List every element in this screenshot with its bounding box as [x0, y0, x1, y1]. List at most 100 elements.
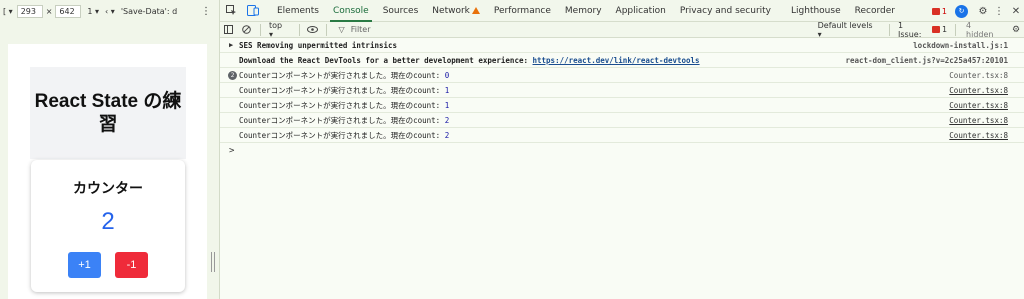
- context-dropdown[interactable]: top ▾: [269, 21, 289, 39]
- log-source-link[interactable]: Counter.tsx:8: [949, 68, 1008, 83]
- log-message: Counterコンポーネントが実行されました。現在のcount:: [239, 116, 445, 125]
- toolbar-divider: [259, 23, 261, 36]
- console-settings-gear-icon[interactable]: ⚙: [1007, 25, 1024, 35]
- console-toolbar: top ▾ ▽ Filter Default levels ▾ 1 Issue:…: [220, 20, 1024, 39]
- counter-value: 2: [101, 208, 115, 235]
- log-row: Counterコンポーネントが実行されました。現在のcount: 2 Count…: [220, 128, 1024, 143]
- devtools-tabbar-right: 1 ↻ ⚙ ⋮ ✕: [931, 0, 1024, 22]
- issues-count: 1: [941, 25, 948, 34]
- device-toolbar: [ ▾ 293 × 642 1 ▾ ‹ ▾ 'Save-Data': d ⋮: [0, 0, 219, 22]
- issue-icon: [931, 26, 940, 33]
- throttle-dropdown[interactable]: ‹ ▾: [105, 7, 115, 16]
- devtools-tabbar: Elements Console Sources Network Perform…: [220, 0, 1024, 22]
- log-count-value: 1: [444, 101, 450, 110]
- more-vert-icon[interactable]: ⋮: [991, 0, 1007, 22]
- toolbar-divider: [955, 23, 957, 36]
- hidden-count: 4 hidden: [966, 20, 994, 39]
- console-output: ▶ SES Removing unpermitted intrinsics lo…: [220, 38, 1024, 299]
- viewport-height-input[interactable]: 642: [55, 4, 82, 18]
- tab-sources[interactable]: Sources: [376, 0, 426, 22]
- issues-label: 1 Issue:: [898, 20, 922, 39]
- tab-elements-label: Elements: [277, 5, 319, 16]
- page-title: React State の練習: [34, 91, 182, 135]
- log-source-link[interactable]: Counter.tsx:8: [949, 113, 1008, 128]
- viewport-width-input[interactable]: 293: [16, 4, 43, 18]
- log-count-value: 1: [444, 86, 450, 95]
- tab-application[interactable]: Application: [609, 0, 673, 22]
- log-source-link[interactable]: Counter.tsx:8: [949, 128, 1008, 143]
- tab-recorder-label: Recorder: [854, 5, 895, 16]
- log-message: Download the React DevTools for a better…: [239, 56, 533, 65]
- log-count-value: 0: [444, 71, 450, 80]
- tab-memory[interactable]: Memory: [558, 0, 609, 22]
- warning-icon: [471, 6, 480, 14]
- tab-console-label: Console: [332, 5, 369, 16]
- log-message: SES Removing unpermitted intrinsics: [239, 41, 398, 50]
- network-label: 'Save-Data': d: [120, 6, 178, 16]
- tab-memory-label: Memory: [564, 5, 602, 16]
- decrement-button[interactable]: -1: [115, 252, 148, 278]
- resize-handle[interactable]: [211, 252, 215, 272]
- log-row: 2 Counterコンポーネントが実行されました。現在のcount: 0 Cou…: [220, 68, 1024, 83]
- tab-application-label: Application: [615, 5, 666, 16]
- devtools-link[interactable]: https://react.dev/link/react-devtools: [533, 56, 700, 65]
- dimension-separator: ×: [45, 6, 53, 16]
- close-icon[interactable]: ✕: [1007, 0, 1024, 22]
- filter-icon: ▽: [338, 25, 345, 34]
- live-expression-eye-icon[interactable]: [304, 26, 322, 33]
- log-source-link[interactable]: Counter.tsx:8: [949, 98, 1008, 113]
- clear-console-icon[interactable]: [238, 25, 256, 34]
- dpr-dropdown[interactable]: 1 ▾: [87, 7, 99, 16]
- issues-badge[interactable]: 1: [931, 6, 947, 16]
- log-row[interactable]: ▶ SES Removing unpermitted intrinsics lo…: [220, 38, 1024, 53]
- log-source-link[interactable]: react-dom_client.js?v=2c25a457:20101: [845, 53, 1008, 68]
- console-prompt[interactable]: >: [229, 146, 234, 156]
- log-message: Counterコンポーネントが実行されました。現在のcount:: [239, 86, 445, 95]
- device-toggle-icon[interactable]: [242, 0, 264, 22]
- more-options-icon[interactable]: ⋮: [201, 6, 211, 17]
- filter-placeholder: Filter: [350, 25, 371, 34]
- tab-performance[interactable]: Performance: [487, 0, 558, 22]
- device-select-dropdown[interactable]: [ ▾: [3, 7, 13, 16]
- device-emulation-pane: [ ▾ 293 × 642 1 ▾ ‹ ▾ 'Save-Data': d ⋮ R…: [0, 0, 219, 299]
- tab-network-label: Network: [432, 5, 470, 16]
- tab-console[interactable]: Console: [326, 0, 376, 22]
- tab-lighthouse[interactable]: Lighthouse: [784, 0, 848, 22]
- issues-badge-count: 1: [941, 6, 947, 16]
- tab-performance-label: Performance: [493, 5, 551, 16]
- log-row: Counterコンポーネントが実行されました。現在のcount: 1 Count…: [220, 98, 1024, 113]
- increment-button[interactable]: +1: [68, 252, 101, 278]
- log-row: Download the React DevTools for a better…: [220, 53, 1024, 68]
- inspect-element-icon[interactable]: [220, 0, 242, 22]
- toolbar-divider: [298, 23, 300, 36]
- filter-input[interactable]: ▽ Filter: [339, 25, 818, 34]
- log-message: Counterコンポーネントが実行されました。現在のcount:: [239, 71, 445, 80]
- sync-icon[interactable]: ↻: [955, 4, 968, 18]
- tab-network[interactable]: Network: [425, 0, 487, 22]
- log-source-link[interactable]: lockdown-install.js:1: [913, 38, 1008, 53]
- tab-privacy-label: Privacy and security: [679, 5, 772, 16]
- toolbar-divider: [325, 23, 327, 36]
- log-levels-label: Default levels: [817, 20, 873, 30]
- counter-card: カウンター 2 +1 -1: [31, 160, 185, 292]
- log-row: Counterコンポーネントが実行されました。現在のcount: 1 Count…: [220, 83, 1024, 98]
- counter-heading: カウンター: [73, 180, 143, 196]
- log-source-link[interactable]: Counter.tsx:8: [949, 83, 1008, 98]
- issues-counter[interactable]: 1 Issue: 1: [898, 21, 947, 39]
- tab-privacy-security[interactable]: Privacy and security: [673, 0, 778, 22]
- context-value: top: [268, 20, 283, 30]
- log-levels-dropdown[interactable]: Default levels ▾: [818, 21, 879, 39]
- tab-recorder[interactable]: Recorder: [848, 0, 902, 22]
- devtools-panel: Elements Console Sources Network Perform…: [219, 0, 1024, 299]
- page-viewport: React State の練習 カウンター 2 +1 -1: [8, 44, 207, 299]
- tab-elements[interactable]: Elements: [270, 0, 326, 22]
- settings-gear-icon[interactable]: ⚙: [975, 0, 991, 22]
- toolbar-divider: [889, 23, 891, 36]
- tab-sources-label: Sources: [382, 5, 419, 16]
- repeat-count-badge: 2: [228, 71, 237, 80]
- log-count-value: 2: [444, 131, 450, 140]
- sidebar-toggle-icon[interactable]: [220, 25, 238, 34]
- expand-caret-icon[interactable]: ▶: [229, 38, 233, 53]
- app-header: React State の練習: [30, 67, 186, 159]
- log-message: Counterコンポーネントが実行されました。現在のcount:: [239, 101, 445, 110]
